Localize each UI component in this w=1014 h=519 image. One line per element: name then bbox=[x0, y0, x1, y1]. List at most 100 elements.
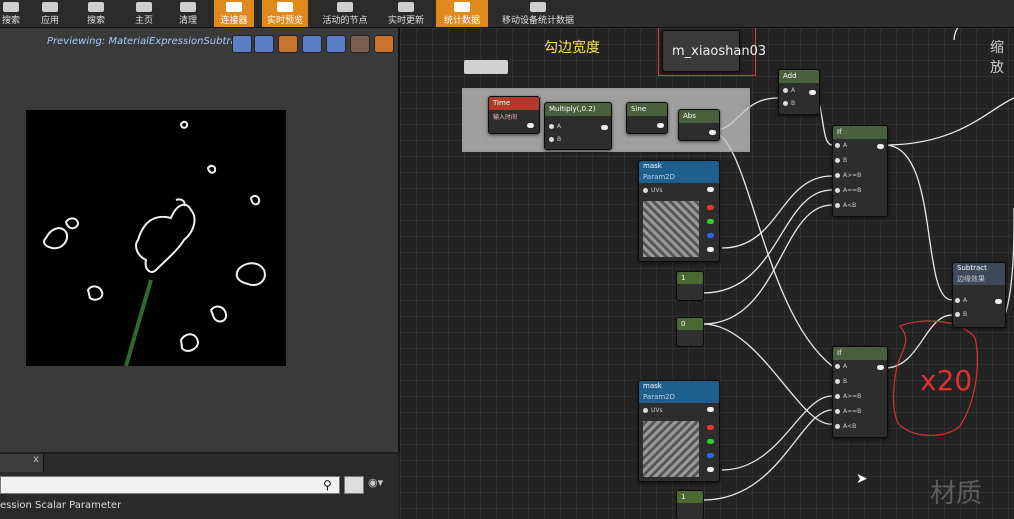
mouse-cursor-icon: ➤ bbox=[856, 471, 868, 487]
if1-pin-ageb[interactable]: A>=B bbox=[835, 172, 861, 179]
if1-output-pin[interactable] bbox=[877, 144, 884, 149]
annotation-x20: x20 bbox=[920, 364, 973, 397]
add-node-title: Add bbox=[779, 70, 819, 83]
subtract-pin-a[interactable]: A bbox=[955, 297, 967, 304]
mesh-preview-icon[interactable] bbox=[326, 35, 346, 53]
grid-toggle-icon[interactable] bbox=[350, 35, 370, 53]
subtract-title: Subtract 边缘效果 bbox=[953, 263, 1005, 285]
add-node[interactable]: Add A B bbox=[778, 69, 820, 115]
constant-1-node[interactable]: 1 bbox=[676, 271, 704, 301]
multiply-output-pin[interactable] bbox=[601, 125, 608, 130]
details-tab[interactable]: x bbox=[0, 454, 44, 472]
time-node[interactable]: Time 输入时间 bbox=[488, 96, 540, 134]
if1-pin-altb[interactable]: A<B bbox=[835, 202, 856, 209]
mask1-title: mask Param2D bbox=[639, 161, 719, 183]
home-icon bbox=[136, 2, 152, 12]
mask2-a-pin[interactable] bbox=[707, 467, 714, 472]
toolbar-stats-button[interactable]: 统计数据 bbox=[436, 0, 488, 27]
sine-output-pin[interactable] bbox=[657, 123, 664, 128]
subtract-node[interactable]: Subtract 边缘效果 A B bbox=[952, 262, 1006, 328]
sine-node[interactable]: Sine bbox=[626, 102, 668, 134]
apply-icon bbox=[42, 2, 58, 12]
add-pin-a[interactable]: A bbox=[783, 87, 795, 94]
if2-pin-a[interactable]: A bbox=[835, 363, 847, 370]
abs-node[interactable]: Abs bbox=[678, 109, 720, 141]
material-graph-canvas[interactable]: Time 输入时间 Multiply(,0.2) A B Sine Abs Ad… bbox=[400, 28, 1014, 519]
add-pin-b[interactable]: B bbox=[783, 100, 795, 107]
multiply-pin-a[interactable]: A bbox=[549, 123, 561, 130]
preview-viewport[interactable]: Previewing: MaterialExpressionSubtrat bbox=[0, 28, 400, 452]
multiply-pin-b[interactable]: B bbox=[549, 136, 561, 143]
search-icon[interactable]: ⚲ bbox=[323, 478, 332, 492]
if-node-2[interactable]: If A B A>=B A==B A<B bbox=[832, 346, 888, 438]
plane-preview-icon[interactable] bbox=[278, 35, 298, 53]
multiply-node[interactable]: Multiply(,0.2) A B bbox=[544, 102, 612, 150]
sphere-preview-icon[interactable] bbox=[254, 35, 274, 53]
parameter-name-label: m_xiaoshan03 bbox=[672, 44, 767, 59]
if2-output-pin[interactable] bbox=[877, 365, 884, 370]
cylinder-preview-icon[interactable] bbox=[232, 35, 252, 53]
if1-pin-aeqb[interactable]: A==B bbox=[835, 187, 861, 194]
connectors-icon bbox=[226, 2, 242, 12]
realtime-toggle-icon[interactable] bbox=[374, 35, 394, 53]
constant-0-value: 0 bbox=[677, 318, 703, 330]
if2-pin-aeqb[interactable]: A==B bbox=[835, 408, 861, 415]
multiply-node-title: Multiply(,0.2) bbox=[545, 103, 611, 116]
if1-pin-b[interactable]: B bbox=[835, 157, 847, 164]
subtract-output-pin[interactable] bbox=[995, 299, 1002, 304]
comment-title[interactable] bbox=[464, 60, 508, 74]
mask1-uvs-pin[interactable]: UVs bbox=[643, 187, 663, 194]
if-node-2-title: If bbox=[833, 347, 887, 360]
if-node-1-title: If bbox=[833, 126, 887, 139]
time-output-pin[interactable] bbox=[527, 123, 534, 128]
mask2-uvs-pin[interactable]: UVs bbox=[643, 407, 663, 414]
stats-icon bbox=[454, 2, 470, 12]
eye-icon[interactable]: ◉▾ bbox=[368, 476, 394, 494]
if2-pin-b[interactable]: B bbox=[835, 378, 847, 385]
mask-param-node-1[interactable]: mask Param2D UVs bbox=[638, 160, 720, 262]
constant-1b-value: 1 bbox=[677, 491, 703, 503]
watermark: 材质 bbox=[930, 479, 983, 509]
if2-pin-altb[interactable]: A<B bbox=[835, 423, 856, 430]
mask1-g-pin[interactable] bbox=[707, 219, 714, 224]
mask1-r-pin[interactable] bbox=[707, 205, 714, 210]
live-nodes-icon bbox=[337, 2, 353, 12]
cube-preview-icon[interactable] bbox=[302, 35, 322, 53]
sine-node-title: Sine bbox=[627, 103, 667, 116]
details-search-input[interactable] bbox=[0, 476, 340, 494]
if2-pin-ageb[interactable]: A>=B bbox=[835, 393, 861, 400]
add-output-pin[interactable] bbox=[809, 90, 816, 95]
toolbar-connectors-button[interactable]: 连接器 bbox=[214, 0, 254, 27]
mask1-rgb-pin[interactable] bbox=[707, 187, 714, 192]
toolbar-home-button[interactable]: 主页 bbox=[126, 0, 162, 27]
mask2-g-pin[interactable] bbox=[707, 439, 714, 444]
constant-1b-node[interactable]: 1 bbox=[676, 490, 704, 519]
mask-param-node-2[interactable]: mask Param2D UVs bbox=[638, 380, 720, 482]
constant-0-node[interactable]: 0 bbox=[676, 317, 704, 347]
toolbar-live-nodes-button[interactable]: 活动的节点 bbox=[316, 0, 374, 27]
if-node-1[interactable]: If A B A>=B A==B A<B bbox=[832, 125, 888, 217]
time-node-subtitle: 输入时间 bbox=[493, 114, 518, 121]
preview-mask-image bbox=[26, 110, 286, 366]
if1-pin-a[interactable]: A bbox=[835, 142, 847, 149]
mask2-rgb-pin[interactable] bbox=[707, 407, 714, 412]
toolbar-apply-button[interactable]: 应用 bbox=[32, 0, 68, 27]
preview-title: Previewing: MaterialExpressionSubtrat bbox=[47, 36, 241, 47]
subtract-pin-b[interactable]: B bbox=[955, 311, 967, 318]
toolbar-clean-button[interactable]: 清理 bbox=[170, 0, 206, 27]
mask2-b-pin[interactable] bbox=[707, 453, 714, 458]
mask1-b-pin[interactable] bbox=[707, 233, 714, 238]
toolbar-find-button[interactable]: 搜索 bbox=[78, 0, 114, 27]
view-options-grid-icon[interactable] bbox=[344, 476, 364, 494]
toolbar-mobile-stats-button[interactable]: 移动设备统计数据 bbox=[494, 0, 582, 27]
mask2-r-pin[interactable] bbox=[707, 425, 714, 430]
toolbar-live-preview-button[interactable]: 实时预览 bbox=[262, 0, 308, 27]
tab-close-icon[interactable]: x bbox=[33, 454, 39, 465]
live-preview-icon bbox=[277, 2, 293, 12]
mask1-a-pin[interactable] bbox=[707, 247, 714, 252]
toolbar-search-button[interactable]: 搜索 bbox=[0, 0, 22, 27]
outline-width-label: 勾边宽度 bbox=[544, 40, 600, 56]
toolbar-live-update-button[interactable]: 实时更新 bbox=[382, 0, 430, 27]
main-toolbar: 搜索 应用 搜索 主页 清理 连接器 实时预览 活动的节点 实时更新 统计数据 … bbox=[0, 0, 1014, 28]
abs-output-pin[interactable] bbox=[709, 130, 716, 135]
